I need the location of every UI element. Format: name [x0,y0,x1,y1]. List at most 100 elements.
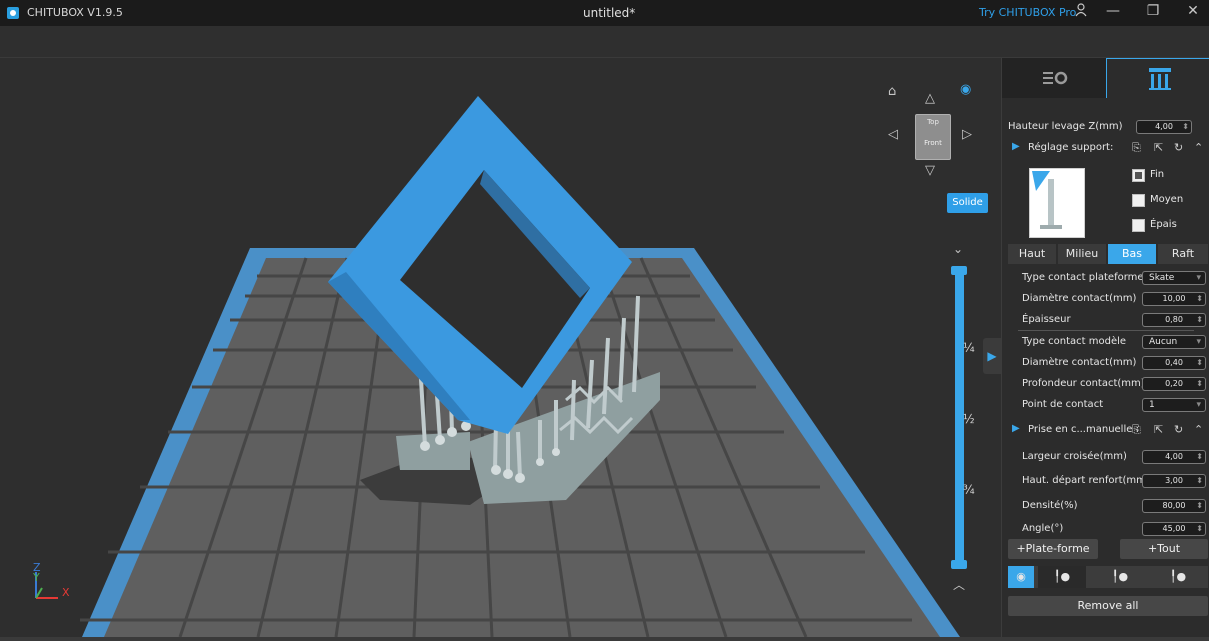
rotate-up-icon[interactable]: △ [925,92,935,105]
supports-icon [1149,68,1171,90]
setting-label: Diamètre contact(mm) [1022,293,1137,304]
user-icon[interactable] [1073,3,1089,23]
export-preset-icon[interactable]: ⇱ [1154,141,1163,154]
title-bar: CHITUBOX V1.9.5 untitled* Try CHITUBOX P… [0,0,1209,26]
collapse-chevron-icon[interactable]: ⌃ [1194,141,1203,154]
support-panel: Hauteur levage Z(mm) 4,00 ▶ Réglage supp… [1001,58,1209,641]
slider-mark-half: ½ [963,412,975,426]
try-pro-link[interactable]: Try CHITUBOX Pro [979,6,1076,19]
export-preset-icon[interactable]: ⇱ [1154,423,1163,436]
support-tool-heavy-icon[interactable]: ╿● [1154,566,1202,588]
support-preview-icon [1032,171,1062,229]
section-arrow-icon: ▶ [1012,141,1020,152]
setting-label: Épaisseur [1022,314,1071,325]
add-platform-button[interactable]: +Plate-forme [1008,539,1098,559]
axis-x-label: X [62,586,70,599]
moyen-checkbox[interactable] [1132,194,1145,207]
panel-collapse-toggle[interactable]: ▶ [983,338,1001,374]
setting-label: Densité(%) [1022,500,1078,511]
add-all-button[interactable]: +Tout [1120,539,1208,559]
support-settings-label: Réglage support: [1028,142,1114,153]
app-logo-icon [7,7,19,19]
support-settings-header: ▶ Réglage support: ⎘ ⇱ ↻ ⌃ [1008,138,1204,158]
slider-mark-three-quarter: ¾ [963,483,975,497]
setting-input[interactable]: 0,80 [1142,313,1206,327]
visibility-eye-icon[interactable]: ◉ [1008,566,1034,588]
maximize-button[interactable]: ❐ [1144,3,1162,23]
setting-input[interactable]: 3,00 [1142,474,1206,488]
rotate-down-icon[interactable]: ▽ [925,164,935,177]
home-icon[interactable]: ⌂ [888,85,896,98]
manual-grip-label: Prise en c...manuelle : [1028,424,1139,435]
slider-down-chevron-icon[interactable]: ︿ [953,576,965,593]
lift-height-input[interactable]: 4,00 [1136,120,1192,134]
axis-y-label: Y [33,571,40,584]
view-cube[interactable]: Top Front [915,114,951,160]
setting-input[interactable]: 0,20 [1142,377,1206,391]
epais-label: Épais [1150,219,1177,230]
scene-canvas [80,96,960,638]
solid-view-button[interactable]: Solide [947,193,988,213]
support-tool-strip: ◉ ╿● ╿● ╿● [1008,566,1208,588]
reset-icon[interactable]: ↻ [1174,423,1183,436]
raft-pad-left [396,432,470,470]
import-preset-icon[interactable]: ⎘ [1132,141,1141,155]
setting-input[interactable]: 4,00 [1142,450,1206,464]
setting-select[interactable]: 1 [1142,398,1206,412]
rotate-left-icon[interactable]: ◁ [888,128,898,141]
chitubox-window: CHITUBOX V1.9.5 untitled* Try CHITUBOX P… [0,0,1209,641]
tab-raft[interactable]: Raft [1158,244,1208,264]
fin-checkbox[interactable] [1132,169,1145,182]
document-title: untitled* [583,6,636,20]
import-preset-icon[interactable]: ⎘ [1132,423,1141,437]
setting-label: Angle(°) [1022,523,1064,534]
setting-label: Largeur croisée(mm) [1022,451,1127,462]
remove-all-button[interactable]: Remove all [1008,596,1208,616]
collapse-chevron-icon[interactable]: ⌃ [1194,423,1203,436]
setting-label: Point de contact [1022,399,1104,410]
close-button[interactable]: ✕ [1184,3,1202,23]
manual-grip-header: ▶ Prise en c...manuelle : ⎘ ⇱ ↻ ⌃ [1008,420,1204,440]
settings-list-icon [1043,71,1068,85]
setting-input[interactable]: 0,40 [1142,356,1206,370]
view-cube-front[interactable]: Front [916,139,950,147]
tab-slice-settings[interactable] [1002,58,1106,98]
slider-mark-quarter: ¼ [963,341,975,355]
eye-icon[interactable]: ◉ [960,83,971,96]
lift-height-label: Hauteur levage Z(mm) [1008,121,1123,132]
setting-select[interactable]: Skate [1142,271,1206,285]
setting-label: Haut. départ renfort(mm) [1022,475,1150,486]
section-arrow-icon: ▶ [1012,423,1020,434]
layer-slider-bottom-handle[interactable] [951,560,967,569]
support-preview-image [1029,168,1085,238]
setting-select[interactable]: Aucun [1142,335,1206,349]
reset-icon[interactable]: ↻ [1174,141,1183,154]
tab-supports[interactable] [1106,58,1209,98]
moyen-label: Moyen [1150,194,1184,205]
rotate-right-icon[interactable]: ▷ [962,128,972,141]
setting-label: Type contact plateforme [1022,272,1144,283]
app-title: CHITUBOX V1.9.5 [27,6,123,19]
fin-label: Fin [1150,169,1165,180]
layer-slider-top-handle[interactable] [951,266,967,275]
setting-input[interactable]: 45,00 [1142,522,1206,536]
setting-label: Diamètre contact(mm) [1022,357,1137,368]
support-tool-medium-icon[interactable]: ╿● [1096,566,1144,588]
support-tool-light-icon[interactable]: ╿● [1038,566,1086,588]
minimize-button[interactable]: — [1104,3,1122,23]
panel-tabs [1002,58,1209,98]
view-cube-top[interactable]: Top [916,118,950,126]
setting-input[interactable]: 80,00 [1142,499,1206,513]
3d-viewport[interactable]: ⌂ ◉ △ ◁ ▷ ▽ Top Front Solide ⌄ ¼ ½ ¾ ︿ ▶… [0,58,1001,641]
section-divider [1018,330,1194,331]
toolbar [0,26,1209,58]
tab-milieu[interactable]: Milieu [1058,244,1106,264]
epais-checkbox[interactable] [1132,219,1145,232]
tab-haut[interactable]: Haut [1008,244,1056,264]
tab-bas[interactable]: Bas [1108,244,1156,264]
setting-input[interactable]: 10,00 [1142,292,1206,306]
setting-label: Type contact modèle [1022,336,1127,347]
support-part-tabs: Haut Milieu Bas Raft [1008,244,1208,264]
slider-up-chevron-icon[interactable]: ⌄ [953,242,963,256]
status-bar [0,637,1209,641]
